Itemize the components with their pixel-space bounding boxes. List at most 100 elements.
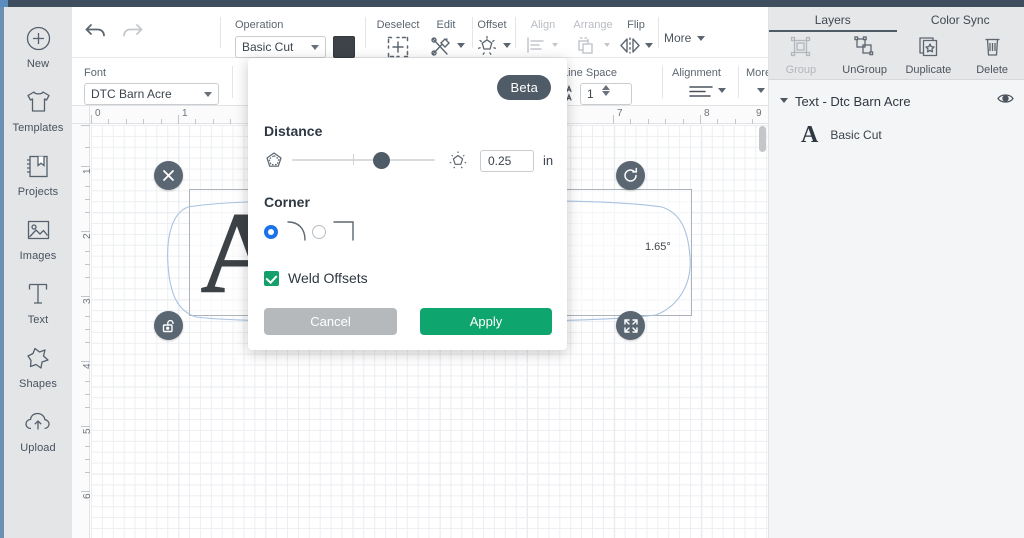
redo-arrow-icon[interactable] [120,19,144,41]
duplicate-button[interactable]: Duplicate [897,32,961,79]
sidebar-item-projects[interactable]: Projects [4,149,72,198]
ruler-v-number: 5 [82,428,93,434]
operation-value: Basic Cut [242,40,294,54]
distance-label: Distance [264,123,323,139]
line-space-stepper[interactable] [602,85,610,96]
layers-panel: Layers Color Sync Group UnGroup Duplicat… [768,7,1024,538]
ruler-h-number: 1 [182,108,188,119]
sidebar-item-label: Images [19,250,57,262]
scissors-pencil-icon[interactable] [430,35,454,57]
chevron-down-icon[interactable] [503,43,511,48]
ruler-corner [72,106,90,124]
sidebar-item-label: New [26,58,50,70]
corner-option-square-radio[interactable] [312,225,326,239]
eye-icon[interactable] [997,92,1014,110]
chevron-down-icon[interactable] [645,43,653,48]
operation-select[interactable]: Basic Cut [235,36,326,58]
chevron-down-icon[interactable] [604,43,610,47]
delete-button[interactable]: Delete [960,32,1024,79]
group-button[interactable]: Group [769,32,833,79]
layer-item-basic-cut[interactable]: A Basic Cut [769,116,1024,154]
burst-pentagon-icon [448,150,468,175]
toolbar-divider [232,66,233,98]
tab-layers[interactable]: Layers [769,7,897,32]
undo-arrow-icon[interactable] [84,19,108,41]
distance-value: 0.25 [488,154,512,168]
picture-icon [21,213,55,247]
layer-actions-bar: Group UnGroup Duplicate Delete [769,32,1024,80]
distance-unit: in [543,153,554,168]
operation-color-swatch[interactable] [333,36,355,58]
chevron-down-icon[interactable] [757,88,765,93]
layer-group-name: Text - Dtc Barn Acre [795,93,911,109]
action-label: Delete [976,63,1009,76]
sidebar-item-shapes[interactable]: Shapes [4,341,72,390]
sidebar-item-templates[interactable]: Templates [4,85,72,134]
align-left-icon[interactable] [526,35,548,55]
delete-handle[interactable] [154,161,183,190]
offset-burst-icon[interactable] [476,35,498,57]
marquee-plus-icon[interactable] [386,35,410,59]
alignment-label: Alignment [672,67,721,79]
resize-handle[interactable] [616,311,645,340]
sidebar-item-text[interactable]: Text [4,277,72,326]
offset-label: Offset [477,19,507,31]
sidebar-item-label: Upload [20,442,56,454]
arrange-layers-icon[interactable] [576,35,598,56]
chevron-down-icon[interactable] [457,43,465,48]
square-corner-icon[interactable] [332,218,360,251]
ruler-h-number: 8 [704,108,710,119]
more-button[interactable]: More [664,31,706,45]
offset-dialog: Beta Distance 0.25 in Corner Weld Offset… [248,58,567,350]
sidebar-item-new[interactable]: New [4,21,72,70]
distance-slider-track[interactable] [292,159,435,161]
window-top-bar [0,0,1024,7]
distance-slider-knob[interactable] [373,152,390,169]
tab-color-sync[interactable]: Color Sync [897,7,1024,32]
toolbar-divider [365,17,366,48]
chevron-down-icon[interactable] [779,92,789,110]
line-space-label: Line Space [562,67,618,79]
left-nav-rail: New Templates Projects Images Text Shape… [4,7,72,538]
tshirt-icon [21,85,55,119]
apply-button[interactable]: Apply [420,308,552,335]
toolbar-divider [658,17,659,48]
group-icon [790,36,811,62]
cancel-button[interactable]: Cancel [264,308,397,335]
rounded-corner-icon[interactable] [284,218,312,251]
plus-circle-icon [21,21,55,55]
more-label: More [664,31,692,45]
unlock-handle[interactable] [154,311,183,340]
sidebar-item-images[interactable]: Images [4,213,72,262]
sidebar-item-label: Shapes [19,378,57,390]
main-toolbar: Operation Basic Cut Deselect Edit Offset… [72,7,768,58]
action-label: Group [785,63,817,76]
layer-item-label: Basic Cut [830,128,882,142]
canvas-vertical-scrollbar[interactable] [759,126,766,152]
book-bookmark-icon [21,149,55,183]
ungroup-button[interactable]: UnGroup [833,32,897,79]
small-pentagon-icon [264,150,284,175]
star-shape-icon [21,341,55,375]
sidebar-item-upload[interactable]: Upload [4,405,72,454]
chevron-down-icon[interactable] [718,88,726,93]
flip-horizontal-icon[interactable] [617,35,643,56]
weld-offsets-checkbox[interactable] [264,271,279,286]
arrange-label: Arrange [573,19,613,31]
toolbar-divider [662,66,663,98]
layer-group-row[interactable]: Text - Dtc Barn Acre [769,86,1024,116]
align-left-lines-icon[interactable] [688,84,714,100]
font-select[interactable]: DTC Barn Acre [84,83,219,105]
align-label: Align [530,19,556,31]
ruler-v-number: 2 [82,233,93,239]
chevron-down-icon [204,92,212,97]
corner-option-rounded-radio[interactable] [264,225,278,239]
deselect-label: Deselect [376,19,420,31]
text-t-icon [21,277,55,311]
distance-slider-midpoint [353,154,354,165]
ruler-h-number: 7 [617,108,623,119]
rotate-handle[interactable] [616,161,645,190]
sidebar-item-label: Text [27,314,49,326]
chevron-down-icon[interactable] [552,43,558,47]
distance-input[interactable]: 0.25 [480,150,534,172]
